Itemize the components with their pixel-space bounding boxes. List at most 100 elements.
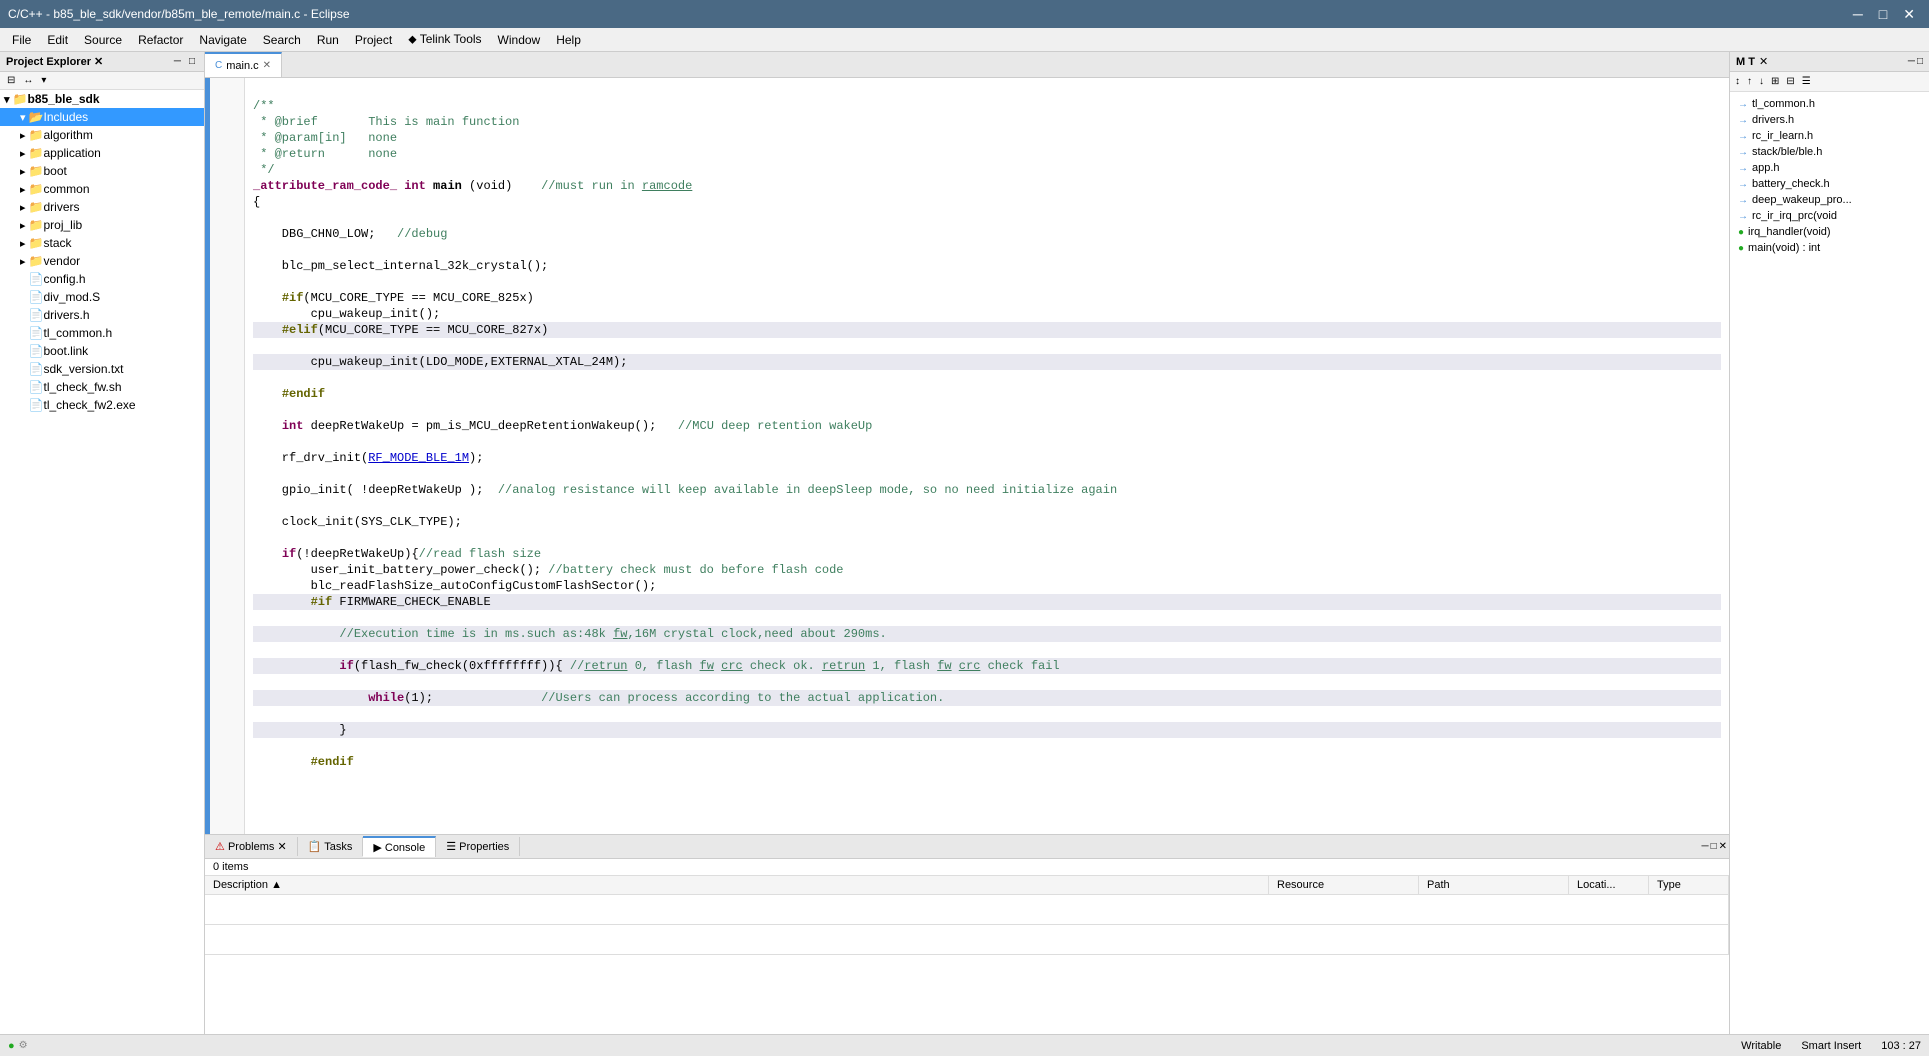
- include-icon-3: →: [1738, 131, 1748, 142]
- bottom-panel-minimize[interactable]: ─: [1701, 841, 1708, 852]
- minimize-panel-button[interactable]: ─: [171, 55, 184, 68]
- table-row-empty-1: [205, 895, 1729, 925]
- menu-telink[interactable]: ⬥ Telink Tools: [400, 30, 489, 49]
- outline-item-tl-common-h[interactable]: → tl_common.h: [1734, 96, 1925, 112]
- outline-btn-6[interactable]: ☰: [1799, 74, 1814, 89]
- tree-item-sdk-version[interactable]: ▸ 📄 sdk_version.txt: [0, 360, 204, 378]
- tree-item-tl-check-fw-sh[interactable]: ▸ 📄 tl_check_fw.sh: [0, 378, 204, 396]
- tree-item-common[interactable]: ▸ 📁 common: [0, 180, 204, 198]
- outline-label-app: app.h: [1752, 162, 1780, 174]
- tree-item-includes[interactable]: ▾ 📂 Includes: [0, 108, 204, 126]
- outline-label-drivers: drivers.h: [1752, 114, 1794, 126]
- tree-label-tl-check-fw-sh: tl_check_fw.sh: [43, 380, 121, 394]
- outline-btn-1[interactable]: ↕: [1732, 74, 1743, 89]
- tree-item-vendor[interactable]: ▸ 📁 vendor: [0, 252, 204, 270]
- tree-label-tl-check-fw2-exe: tl_check_fw2.exe: [43, 398, 135, 412]
- tab-icon-c: C: [215, 60, 222, 71]
- menu-bar: File Edit Source Refactor Navigate Searc…: [0, 28, 1929, 52]
- menu-search[interactable]: Search: [255, 31, 309, 49]
- tree-label-sdk-version: sdk_version.txt: [43, 362, 123, 376]
- tree-label-drivers-h: drivers.h: [43, 308, 89, 322]
- tree-label-stack: stack: [43, 236, 71, 250]
- menu-file[interactable]: File: [4, 31, 39, 49]
- status-icon-2: ⚙: [19, 1040, 28, 1051]
- bottom-tabs-bar: ⚠ Problems ✕ 📋 Tasks ▶ Console ☰ Propert…: [205, 835, 1729, 859]
- maximize-button[interactable]: □: [1873, 4, 1893, 25]
- tree-root[interactable]: ▾ 📁 b85_ble_sdk: [0, 90, 204, 108]
- menu-window[interactable]: Window: [490, 31, 549, 49]
- func-icon-1: ●: [1738, 227, 1744, 238]
- menu-help[interactable]: Help: [548, 31, 589, 49]
- col-description[interactable]: Description ▲: [205, 876, 1269, 895]
- problems-icon: ⚠: [215, 841, 225, 853]
- col-location[interactable]: Locati...: [1569, 876, 1649, 895]
- include-icon: →: [1738, 99, 1748, 110]
- tree-item-drivers[interactable]: ▸ 📁 drivers: [0, 198, 204, 216]
- root-label: b85_ble_sdk: [27, 92, 99, 106]
- maximize-panel-button[interactable]: □: [186, 55, 198, 68]
- bottom-tab-problems[interactable]: ⚠ Problems ✕: [205, 837, 298, 856]
- tree-item-boot[interactable]: ▸ 📁 boot: [0, 162, 204, 180]
- tree-item-drivers-h[interactable]: ▸ 📄 drivers.h: [0, 306, 204, 324]
- include-icon-6: →: [1738, 179, 1748, 190]
- outline-btn-2[interactable]: ↑: [1744, 74, 1755, 89]
- code-editor[interactable]: /** * @brief This is main function * @pa…: [205, 78, 1729, 834]
- outline-btn-5[interactable]: ⊟: [1783, 74, 1797, 89]
- tree-item-tl-common-h[interactable]: ▸ 📄 tl_common.h: [0, 324, 204, 342]
- status-bar: ● ⚙ Writable Smart Insert 103 : 27: [0, 1034, 1929, 1056]
- col-path[interactable]: Path: [1419, 876, 1569, 895]
- minimize-button[interactable]: ─: [1847, 4, 1869, 25]
- bottom-tab-console[interactable]: ▶ Console: [363, 836, 436, 857]
- tree-item-tl-check-fw2-exe[interactable]: ▸ 📄 tl_check_fw2.exe: [0, 396, 204, 414]
- editor-tab-main-c[interactable]: C main.c ✕: [205, 52, 282, 77]
- tree-item-boot-link[interactable]: ▸ 📄 boot.link: [0, 342, 204, 360]
- outline-item-main[interactable]: ● main(void) : int: [1734, 240, 1925, 256]
- menu-run[interactable]: Run: [309, 31, 347, 49]
- menu-project[interactable]: Project: [347, 31, 400, 49]
- outline-item-ble-h[interactable]: → stack/ble/ble.h: [1734, 144, 1925, 160]
- outline-btn-3[interactable]: ↓: [1756, 74, 1767, 89]
- outline-item-rc-ir-irq[interactable]: → rc_ir_irq_prc(void: [1734, 208, 1925, 224]
- menu-edit[interactable]: Edit: [39, 31, 76, 49]
- explorer-menu-button[interactable]: ▾: [38, 74, 49, 87]
- close-button[interactable]: ✕: [1897, 4, 1921, 25]
- link-with-editor-button[interactable]: ↔: [20, 74, 36, 87]
- tree-item-div-mod-s[interactable]: ▸ 📄 div_mod.S: [0, 288, 204, 306]
- menu-navigate[interactable]: Navigate: [191, 31, 254, 49]
- console-icon: ▶: [373, 842, 381, 854]
- outline-item-app-h[interactable]: → app.h: [1734, 160, 1925, 176]
- tree-item-algorithm[interactable]: ▸ 📁 algorithm: [0, 126, 204, 144]
- menu-refactor[interactable]: Refactor: [130, 31, 191, 49]
- code-content: /** * @brief This is main function * @pa…: [245, 78, 1729, 834]
- outline-item-rc-ir-learn[interactable]: → rc_ir_learn.h: [1734, 128, 1925, 144]
- bottom-status-bar: 0 items: [205, 859, 1729, 876]
- outline-title: M T: [1736, 56, 1755, 68]
- tree-item-application[interactable]: ▸ 📁 application: [0, 144, 204, 162]
- outline-item-deep-wakeup[interactable]: → deep_wakeup_pro...: [1734, 192, 1925, 208]
- tab-close-main-c[interactable]: ✕: [263, 60, 271, 71]
- outline-item-battery-h[interactable]: → battery_check.h: [1734, 176, 1925, 192]
- menu-source[interactable]: Source: [76, 31, 130, 49]
- tree-item-config-h[interactable]: ▸ 📄 config.h: [0, 270, 204, 288]
- tree-item-stack[interactable]: ▸ 📁 stack: [0, 234, 204, 252]
- right-panel-min[interactable]: ─: [1908, 56, 1915, 67]
- project-explorer-title: Project Explorer ✕: [6, 55, 103, 68]
- outline-item-irq-handler[interactable]: ● irq_handler(void): [1734, 224, 1925, 240]
- col-resource[interactable]: Resource: [1269, 876, 1419, 895]
- outline-item-drivers-h[interactable]: → drivers.h: [1734, 112, 1925, 128]
- include-icon-8: →: [1738, 211, 1748, 222]
- bottom-tab-properties[interactable]: ☰ Properties: [436, 837, 520, 856]
- bottom-tab-tasks[interactable]: 📋 Tasks: [298, 837, 364, 856]
- outline-btn-4[interactable]: ⊞: [1768, 74, 1782, 89]
- items-count: 0 items: [213, 861, 248, 873]
- panel-close-icon[interactable]: ✕: [1759, 55, 1768, 68]
- bottom-panel-close[interactable]: ✕: [1719, 841, 1727, 852]
- include-icon-2: →: [1738, 115, 1748, 126]
- collapse-all-button[interactable]: ⊟: [4, 74, 18, 87]
- tree-item-proj-lib[interactable]: ▸ 📁 proj_lib: [0, 216, 204, 234]
- col-type[interactable]: Type: [1649, 876, 1729, 895]
- tab-label-main-c: main.c: [226, 60, 258, 72]
- tree-label-application: application: [43, 146, 100, 160]
- right-panel-max[interactable]: □: [1917, 56, 1923, 67]
- bottom-panel-maximize[interactable]: □: [1711, 841, 1717, 852]
